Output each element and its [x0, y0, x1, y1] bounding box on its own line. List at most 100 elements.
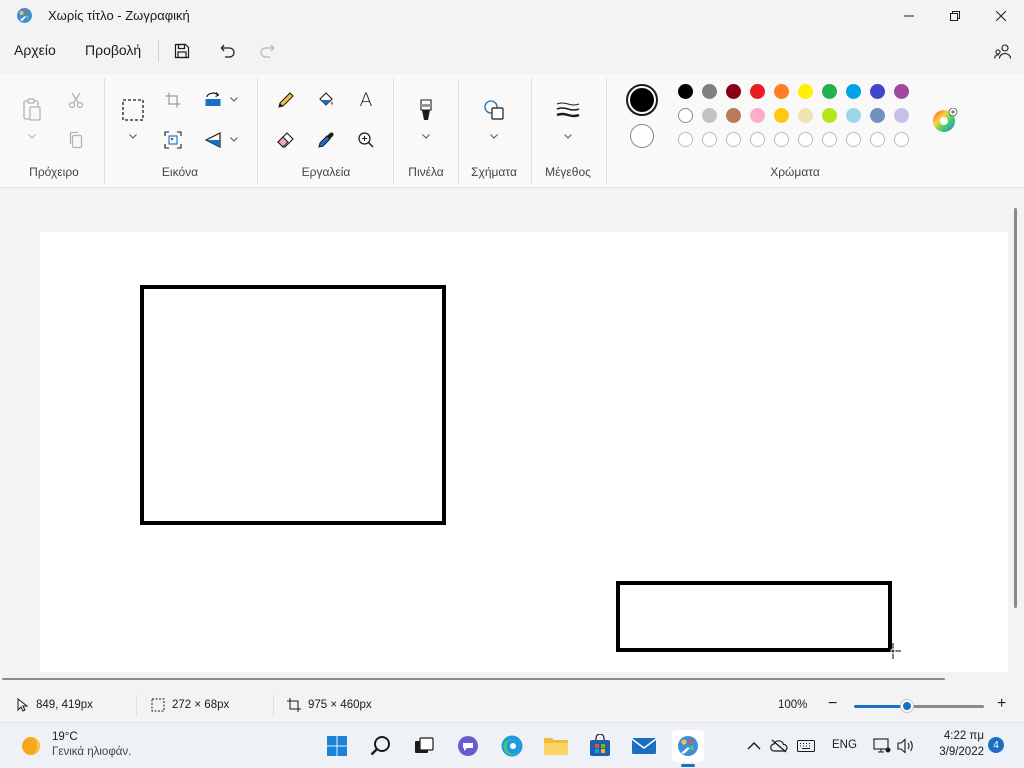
pencil-button[interactable]	[272, 86, 300, 114]
flip-chevron-down-icon[interactable]	[229, 135, 239, 143]
resize-button[interactable]	[159, 126, 187, 154]
secondary-color[interactable]	[630, 124, 654, 148]
store-button[interactable]	[584, 730, 616, 762]
drawing-canvas[interactable]	[40, 232, 1008, 672]
palette-swatch[interactable]	[870, 108, 885, 123]
cursor-position: 849, 419px	[36, 699, 93, 711]
palette-swatch[interactable]	[870, 84, 885, 99]
paint-taskbar-button[interactable]	[672, 730, 704, 767]
size-chevron-down-icon[interactable]	[563, 132, 573, 140]
crop-button[interactable]	[159, 86, 187, 114]
palette-swatch[interactable]	[822, 84, 837, 99]
vertical-scrollbar[interactable]	[1014, 208, 1017, 608]
search-button[interactable]	[365, 730, 397, 762]
palette-swatch[interactable]	[798, 108, 813, 123]
menu-file[interactable]: Αρχείο	[14, 42, 56, 58]
brushes-button[interactable]	[412, 96, 440, 124]
teams-chat-button[interactable]	[452, 730, 484, 762]
undo-button[interactable]	[215, 38, 241, 64]
custom-color-slot[interactable]	[822, 132, 837, 147]
image-group-label: Εικόνα	[161, 165, 199, 179]
palette-swatch[interactable]	[774, 108, 789, 123]
magnifier-button[interactable]	[352, 126, 380, 154]
size-button[interactable]	[554, 96, 582, 124]
palette-swatch[interactable]	[846, 108, 861, 123]
select-chevron-down-icon[interactable]	[128, 132, 138, 140]
menu-view[interactable]: Προβολή	[85, 42, 141, 58]
mail-button[interactable]	[628, 730, 660, 762]
weather-widget[interactable]: 19°C Γενικά ηλιοφάν.	[18, 729, 148, 763]
maximize-button[interactable]	[932, 0, 978, 32]
custom-color-slot[interactable]	[798, 132, 813, 147]
custom-color-slot[interactable]	[702, 132, 717, 147]
palette-swatch[interactable]	[702, 108, 717, 123]
shapes-button[interactable]	[480, 96, 508, 124]
eyedropper-icon	[318, 132, 334, 148]
edit-colors-button[interactable]	[932, 107, 958, 134]
palette-swatch[interactable]	[894, 84, 909, 99]
custom-color-slot[interactable]	[678, 132, 693, 147]
onedrive-status-button[interactable]	[770, 737, 788, 755]
custom-color-slot[interactable]	[870, 132, 885, 147]
zoom-level[interactable]: 100%	[778, 699, 807, 711]
start-button[interactable]	[321, 730, 353, 762]
horizontal-scrollbar[interactable]	[2, 678, 945, 680]
edge-browser-button[interactable]	[496, 730, 528, 762]
paste-button[interactable]	[18, 96, 46, 124]
copy-button[interactable]	[62, 126, 90, 154]
close-icon	[996, 11, 1006, 21]
custom-color-slot[interactable]	[750, 132, 765, 147]
zoom-in-button[interactable]: +	[997, 695, 1006, 713]
palette-swatch[interactable]	[774, 84, 789, 99]
input-language[interactable]: ENG	[832, 739, 857, 751]
custom-color-slot[interactable]	[726, 132, 741, 147]
task-view-icon	[415, 737, 434, 753]
custom-color-slot[interactable]	[894, 132, 909, 147]
cut-button[interactable]	[62, 86, 90, 114]
line-width-icon	[556, 102, 580, 118]
share-button[interactable]	[990, 39, 1016, 65]
clock[interactable]: 4:22 πμ 3/9/2022	[924, 729, 988, 763]
task-view-button[interactable]	[408, 730, 440, 762]
palette-swatch[interactable]	[702, 84, 717, 99]
select-button[interactable]	[119, 96, 147, 124]
pointer-icon	[17, 698, 29, 712]
palette-swatch[interactable]	[894, 108, 909, 123]
palette-swatch[interactable]	[678, 84, 693, 99]
show-hidden-icons-button[interactable]	[745, 737, 763, 755]
flip-button[interactable]	[199, 126, 227, 154]
custom-color-slot[interactable]	[774, 132, 789, 147]
palette-swatch[interactable]	[750, 108, 765, 123]
custom-color-slot[interactable]	[846, 132, 861, 147]
palette-swatch[interactable]	[678, 108, 693, 123]
close-button[interactable]	[978, 0, 1024, 32]
rotate-chevron-down-icon[interactable]	[229, 95, 239, 103]
primary-color[interactable]	[626, 84, 658, 116]
palette-swatch[interactable]	[798, 84, 813, 99]
palette-swatch[interactable]	[726, 108, 741, 123]
palette-swatch[interactable]	[846, 84, 861, 99]
minimize-button[interactable]	[886, 0, 932, 32]
network-button[interactable]	[873, 737, 891, 755]
paste-chevron-down-icon[interactable]	[27, 132, 37, 140]
palette-swatch[interactable]	[750, 84, 765, 99]
zoom-slider-thumb[interactable]	[901, 700, 913, 712]
brushes-chevron-down-icon[interactable]	[421, 132, 431, 140]
rotate-button[interactable]	[199, 86, 227, 114]
fill-button[interactable]	[312, 86, 340, 114]
color-picker-button[interactable]	[312, 126, 340, 154]
save-button[interactable]	[169, 38, 195, 64]
palette-swatch[interactable]	[726, 84, 741, 99]
status-divider	[273, 695, 274, 717]
shapes-chevron-down-icon[interactable]	[489, 132, 499, 140]
zoom-slider[interactable]	[854, 700, 984, 712]
redo-button[interactable]	[254, 38, 280, 64]
eraser-button[interactable]	[272, 126, 300, 154]
notification-badge[interactable]: 4	[988, 737, 1004, 753]
file-explorer-button[interactable]	[540, 730, 572, 762]
palette-swatch[interactable]	[822, 108, 837, 123]
text-button[interactable]: A	[352, 86, 380, 114]
volume-button[interactable]	[897, 737, 915, 755]
zoom-out-button[interactable]: −	[828, 695, 837, 713]
touch-keyboard-button[interactable]	[797, 737, 815, 755]
